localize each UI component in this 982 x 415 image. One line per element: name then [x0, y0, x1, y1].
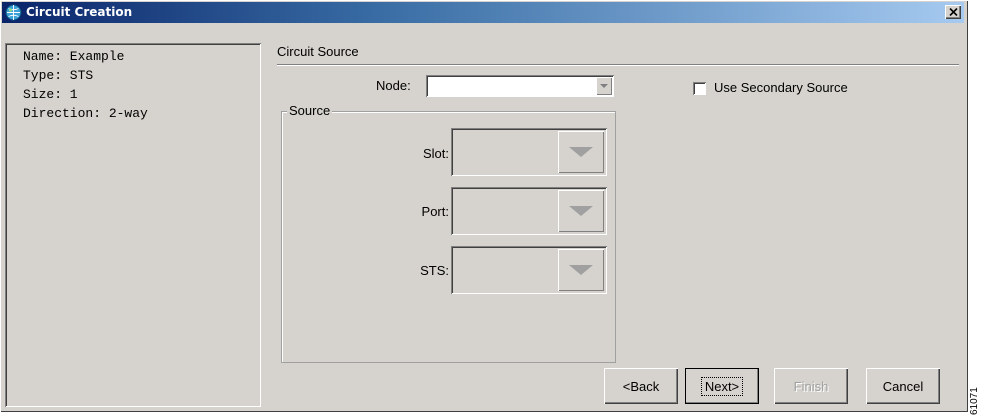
window-title: Circuit Creation [26, 5, 133, 19]
summary-type: Type: STS [23, 68, 94, 83]
chevron-down-icon [569, 147, 593, 157]
circuit-summary-panel: Name: Example Type: STS Size: 1 Directio… [5, 43, 261, 407]
back-label: <Back [622, 378, 660, 394]
chevron-down-icon [600, 84, 608, 88]
close-button[interactable] [945, 5, 961, 19]
title-bar[interactable]: Circuit Creation [2, 2, 964, 23]
source-group-label: Source [287, 103, 333, 118]
next-label: Next> [700, 376, 744, 396]
next-button[interactable]: Next> [685, 368, 759, 404]
summary-direction: Direction: 2-way [23, 106, 148, 121]
port-label: Port: [421, 204, 449, 219]
summary-size: Size: 1 [23, 87, 78, 102]
chevron-down-icon [569, 206, 593, 216]
port-dropdown[interactable] [451, 187, 607, 235]
node-label: Node: [376, 78, 411, 93]
node-combobox[interactable] [426, 75, 614, 97]
section-title-circuit-source: Circuit Source [277, 44, 359, 59]
section-divider [277, 64, 959, 66]
slot-dropdown-button[interactable] [558, 131, 604, 173]
app-globe-icon [5, 4, 22, 21]
sts-label: STS: [420, 263, 449, 278]
circuit-creation-window: Circuit Creation Name: Example Type: STS… [0, 0, 968, 412]
summary-name: Name: Example [23, 49, 125, 64]
back-button[interactable]: <Back [604, 368, 678, 404]
cancel-label: Cancel [882, 378, 924, 394]
use-secondary-source-checkbox[interactable] [693, 82, 706, 95]
cancel-button[interactable]: Cancel [866, 368, 940, 404]
finish-button: Finish [774, 368, 848, 404]
port-dropdown-button[interactable] [558, 190, 604, 232]
sts-dropdown-button[interactable] [558, 249, 604, 291]
sts-dropdown[interactable] [451, 246, 607, 294]
node-dropdown-button[interactable] [596, 77, 612, 95]
figure-id: 61071 [969, 387, 980, 415]
use-secondary-source-label[interactable]: Use Secondary Source [714, 80, 848, 95]
chevron-down-icon [569, 265, 593, 275]
finish-label: Finish [793, 378, 829, 394]
close-icon [948, 8, 958, 16]
slot-label: Slot: [422, 146, 449, 161]
slot-dropdown[interactable] [451, 128, 607, 176]
